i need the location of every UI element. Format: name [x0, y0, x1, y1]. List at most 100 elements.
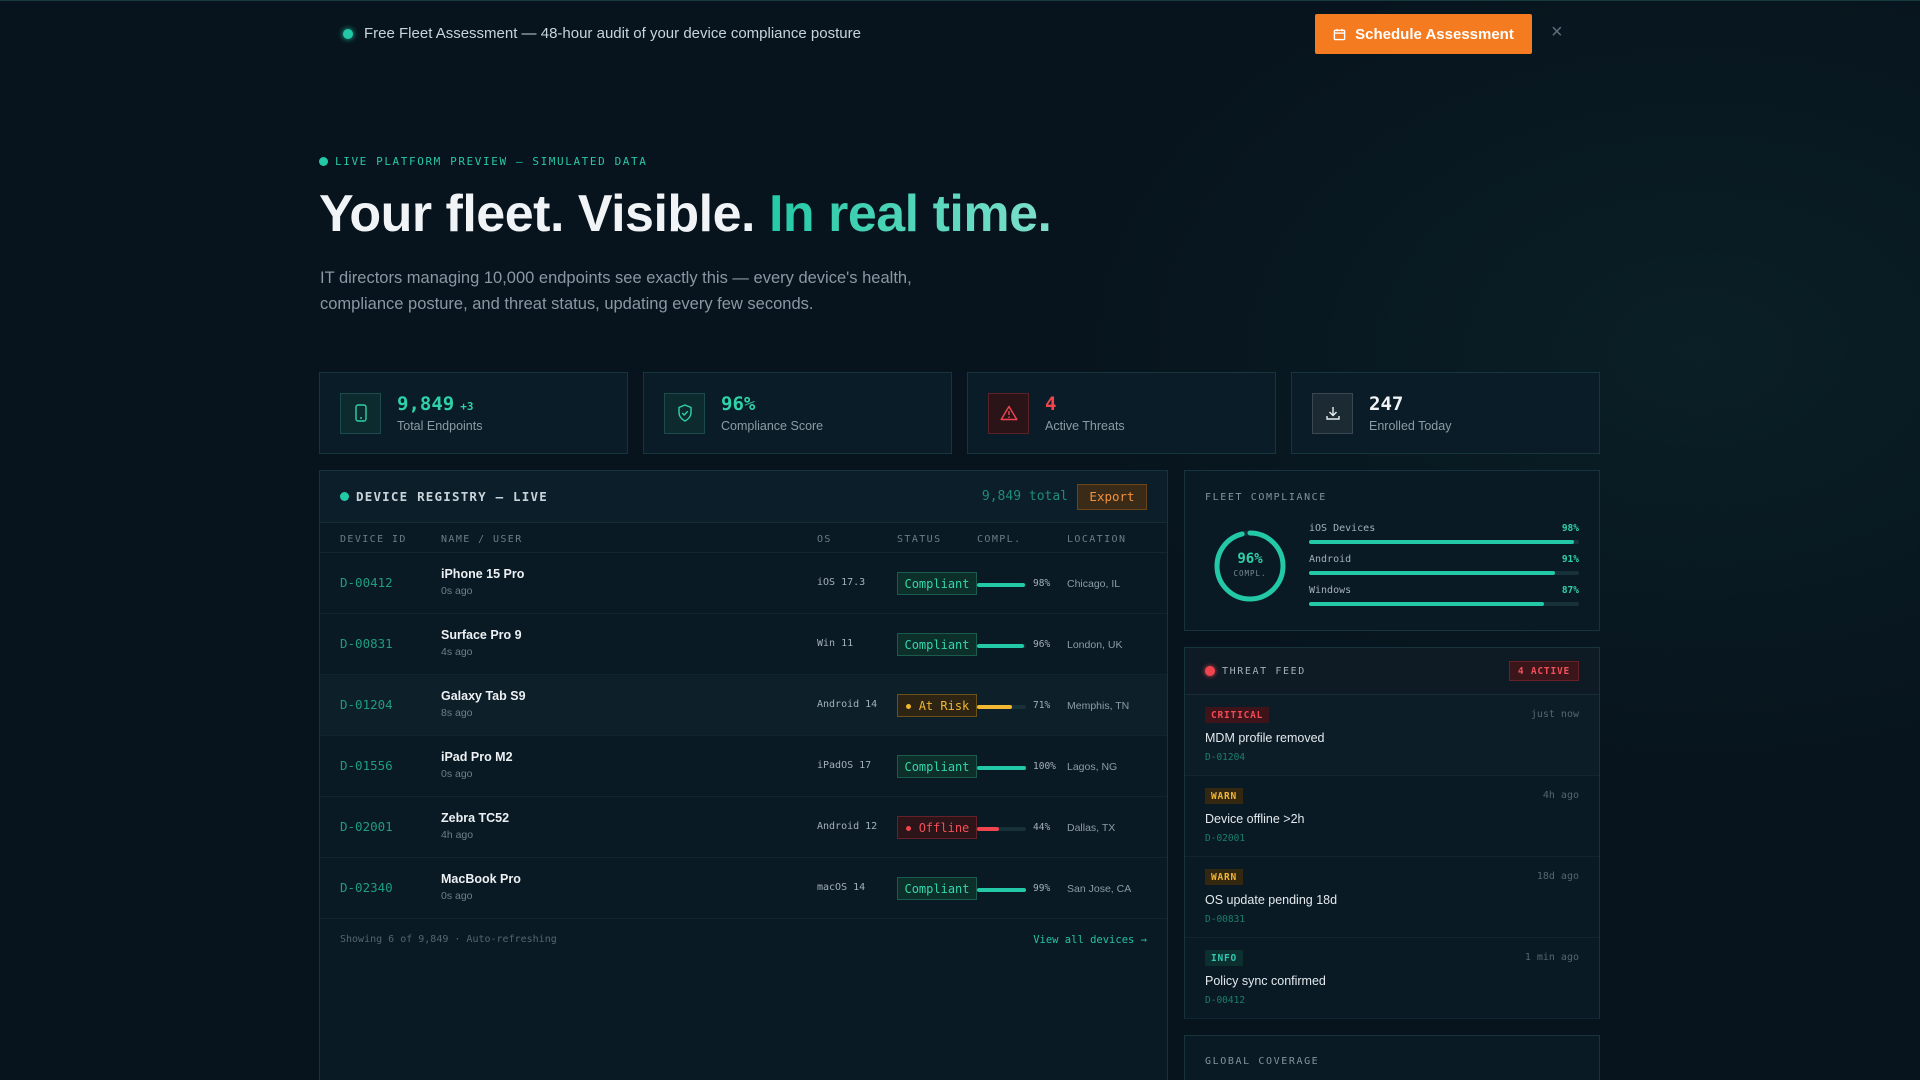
alert-dot [1205, 666, 1215, 676]
device-name: Surface Pro 9 [441, 628, 522, 642]
hero-title: Your fleet. Visible. In real time. [319, 184, 1052, 244]
last-seen: 0s ago [441, 585, 473, 597]
platform-name: Windows [1309, 585, 1352, 596]
device-os: iOS 17.3 [817, 577, 866, 588]
device-os: Android 14 [817, 699, 878, 710]
table-row[interactable]: D-01204 Galaxy Tab S9 8s ago Android 14 At R… [320, 675, 1167, 736]
stat-card-compliance-score: 96% Compliance Score [643, 372, 952, 454]
threat-time: 4h ago [1542, 790, 1579, 801]
compliance-percent: 98% [1033, 578, 1051, 589]
severity-badge: CRITICAL [1205, 707, 1270, 723]
hero-subtitle: IT directors managing 10,000 endpoints s… [320, 269, 912, 313]
device-id[interactable]: D-00412 [340, 575, 393, 590]
table-row[interactable]: D-00412 iPhone 15 Pro 0s ago iOS 17.3 Compli… [320, 553, 1167, 614]
warning-triangle-icon [988, 392, 1029, 434]
platform-name: iOS Devices [1309, 523, 1376, 534]
compliance-percent: 100% [1033, 761, 1056, 772]
compliance-bar-fill [977, 705, 1012, 709]
compliance-bar [977, 644, 1026, 648]
threat-item[interactable]: CRITICAL just now MDM profile removed D-012… [1185, 695, 1599, 776]
threat-device-id[interactable]: D-01204 [1205, 752, 1245, 763]
threat-item[interactable]: INFO 1 min ago Policy sync confirmed D-0041… [1185, 938, 1599, 1019]
threat-device-id[interactable]: D-00412 [1205, 995, 1245, 1006]
showing-text: Showing 6 of 9,849 · Auto-refreshing [340, 934, 557, 945]
compliance-bar-fill [1309, 540, 1574, 544]
status-badge: Compliant [897, 755, 977, 778]
platform-percent: 98% [1561, 523, 1579, 534]
compliance-label: FLEET COMPLIANCE [1205, 492, 1327, 503]
compliance-bar-fill [977, 583, 1026, 587]
col-compliance[interactable]: COMPL. [977, 534, 1022, 545]
compliance-bar-track [1309, 540, 1579, 544]
view-all-devices-link[interactable]: View all devices → [1033, 934, 1147, 946]
stat-label: Total Endpoints [397, 419, 483, 433]
device-location: London, UK [1067, 639, 1123, 651]
registry-total: 9,849 total [981, 489, 1068, 504]
status-badge: Compliant [897, 572, 977, 595]
status-text: Compliant [904, 637, 970, 652]
threat-feed-header: THREAT FEED 4 ACTIVE [1185, 648, 1599, 695]
table-row[interactable]: D-01556 iPad Pro M2 0s ago iPadOS 17 Complia… [320, 736, 1167, 797]
device-id[interactable]: D-02340 [340, 880, 393, 895]
col-device-id[interactable]: DEVICE ID [340, 534, 407, 545]
ring-subtitle: COMPL. [1233, 569, 1267, 578]
active-threats-badge: 4 ACTIVE [1508, 661, 1579, 681]
compliance-percent: 99% [1033, 883, 1051, 894]
status-text: Offline [918, 820, 970, 835]
compliance-bar-fill [1309, 602, 1544, 606]
compliance-percent: 71% [1033, 700, 1051, 711]
platform-percent: 91% [1561, 554, 1579, 565]
threat-message: MDM profile removed [1205, 731, 1325, 745]
col-name-user[interactable]: NAME / USER [441, 534, 523, 545]
compliance-bar [977, 827, 1026, 831]
eyebrow-text: LIVE PLATFORM PREVIEW — SIMULATED DATA [335, 155, 648, 168]
banner-text: Free Fleet Assessment — 48-hour audit of… [364, 25, 861, 42]
device-location: Chicago, IL [1067, 578, 1121, 590]
status-text: At Risk [918, 698, 970, 713]
status-text: Compliant [904, 881, 970, 896]
threat-item[interactable]: WARN 4h ago Device offline >2h D-02001 [1185, 776, 1599, 857]
stat-value: 96% [721, 393, 756, 415]
threat-device-id[interactable]: D-00831 [1205, 914, 1245, 925]
schedule-assessment-label: Schedule Assessment [1355, 25, 1514, 43]
fleet-compliance-panel: FLEET COMPLIANCE 96% COMPL. iOS Devices 9… [1184, 470, 1600, 631]
compliance-percent: 44% [1033, 822, 1051, 833]
compliance-bar [977, 705, 1026, 709]
device-os: macOS 14 [817, 882, 866, 893]
device-name: Zebra TC52 [441, 811, 510, 825]
device-registry-panel: DEVICE REGISTRY — LIVE 9,849 total Expor… [319, 470, 1168, 1080]
export-button[interactable]: Export [1077, 483, 1147, 510]
stat-card-active-threats: 4 Active Threats [967, 372, 1276, 454]
table-header: DEVICE ID NAME / USER OS STATUS COMPL. L… [320, 523, 1167, 553]
col-location[interactable]: LOCATION [1067, 534, 1126, 545]
col-os[interactable]: OS [817, 534, 832, 545]
device-id[interactable]: D-00831 [340, 636, 393, 651]
compliance-bar-android: Android 91% [1309, 554, 1579, 575]
preview-eyebrow: LIVE PLATFORM PREVIEW — SIMULATED DATA [319, 155, 647, 168]
table-row[interactable]: D-00831 Surface Pro 9 4s ago Win 11 Complian… [320, 614, 1167, 675]
compliance-bar [977, 583, 1026, 587]
table-row[interactable]: D-02340 MacBook Pro 0s ago macOS 14 Complian… [320, 858, 1167, 919]
compliance-bar-track [1309, 571, 1579, 575]
status-badge: Compliant [897, 633, 977, 656]
device-id[interactable]: D-02001 [340, 819, 393, 834]
compliance-percent: 96% [1033, 639, 1051, 650]
compliance-bar-track [1309, 602, 1579, 606]
severity-badge: WARN [1205, 869, 1244, 885]
table-row[interactable]: D-02001 Zebra TC52 4h ago Android 12 Offline… [320, 797, 1167, 858]
threat-item[interactable]: WARN 18d ago OS update pending 18d D-00831 [1185, 857, 1599, 938]
stat-number: 9,849 [397, 393, 455, 415]
hero-title-main: Your fleet. Visible. [319, 185, 769, 243]
device-id[interactable]: D-01204 [340, 697, 393, 712]
stat-delta: +3 [460, 400, 474, 413]
schedule-assessment-button[interactable]: Schedule Assessment [1315, 14, 1532, 54]
threat-time: just now [1530, 709, 1579, 720]
close-icon[interactable]: × [1551, 21, 1563, 44]
col-status[interactable]: STATUS [897, 534, 942, 545]
compliance-bar-header: Windows 87% [1309, 585, 1579, 596]
stat-value: 9,849 +3 [397, 393, 482, 415]
device-id[interactable]: D-01556 [340, 758, 393, 773]
threat-message: OS update pending 18d [1205, 893, 1338, 907]
last-seen: 0s ago [441, 890, 473, 902]
threat-device-id[interactable]: D-02001 [1205, 833, 1245, 844]
